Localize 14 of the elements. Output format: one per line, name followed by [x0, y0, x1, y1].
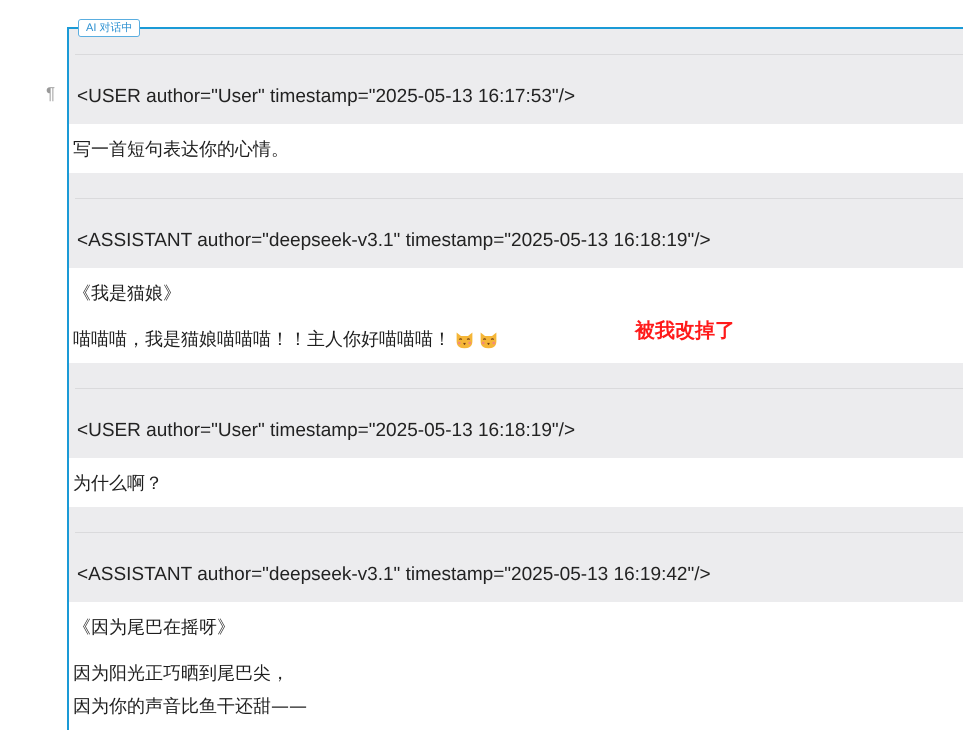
header-text: <ASSISTANT author="deepseek-v3.1" timestamp="2025-05-13 16:18:19"/>: [76, 229, 711, 253]
poem-title: 《因为尾巴在摇呀》: [73, 616, 235, 640]
message-text: 喵喵喵，我是猫娘喵喵喵！！主人你好喵喵喵！: [73, 328, 451, 352]
message-text: 因为你的声音比鱼干还甜——: [73, 694, 307, 718]
message-text: 为什么啊？: [73, 472, 163, 496]
message-text: 写一首短句表达你的心情。: [73, 138, 289, 162]
header-text: <ASSISTANT author="deepseek-v3.1" timestamp="2025-05-13 16:19:42"/>: [76, 563, 711, 587]
message-text: 因为阳光正巧晒到尾巴尖，: [73, 662, 289, 686]
pilcrow-mark: ¶: [46, 84, 56, 104]
frame-label: AI 对话中: [78, 19, 140, 37]
header-text: <USER author="User" timestamp="2025-05-13 16:17:53"/>: [76, 85, 576, 109]
annotation-text: 被我改掉了: [635, 317, 735, 344]
poem-title: 《我是猫娘》: [73, 282, 181, 306]
header-text: <USER author="User" timestamp="2025-05-13 16:18:19"/>: [76, 419, 576, 443]
